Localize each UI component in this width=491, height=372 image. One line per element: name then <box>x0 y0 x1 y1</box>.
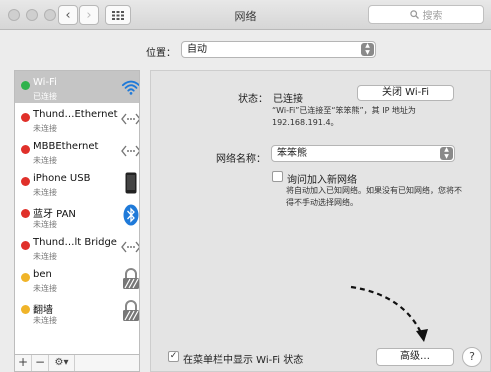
status-value: 已连接 <box>273 94 303 105</box>
service-name: Wi-Fi <box>33 77 57 88</box>
service-status: 未连接 <box>33 316 57 325</box>
wifi-icon <box>121 75 139 99</box>
service-item-thunderbolt-bridge[interactable]: Thund…lt Bridge 未连接 <box>15 231 139 263</box>
show-in-menubar-label: 在菜单栏中显示 Wi-Fi 状态 <box>183 355 304 366</box>
service-status: 未连接 <box>33 156 57 165</box>
service-item-mbbethernet[interactable]: MBBEthernet 未连接 <box>15 135 139 167</box>
service-status: 未连接 <box>33 220 57 229</box>
ask-join-description-line2: 得不手动选择网络。 <box>286 198 358 207</box>
ethernet-icon <box>121 139 139 163</box>
service-item-bluetooth-pan[interactable]: 蓝牙 PAN 未连接 <box>15 199 139 231</box>
status-dot <box>21 305 30 314</box>
location-label: 位置： <box>146 48 176 59</box>
service-item-wifi[interactable]: Wi-Fi 已连接 <box>15 71 139 103</box>
iphone-icon <box>121 171 139 195</box>
ethernet-icon <box>121 107 139 131</box>
status-dot <box>21 209 30 218</box>
service-name: iPhone USB <box>33 173 91 184</box>
network-name-select[interactable]: 笨笨熊 ▲ ▼ <box>271 145 455 162</box>
bluetooth-icon <box>121 203 139 227</box>
service-item-ben[interactable]: ben 未连接 <box>15 263 139 295</box>
service-list: Wi-Fi 已连接 Thund…Ethernet 未连接 MBBEthernet… <box>14 70 140 355</box>
service-name: Thund…Ethernet <box>33 109 118 120</box>
ip-address: 192.168.191.4。 <box>272 118 339 127</box>
service-name: 翻墙 <box>33 305 53 316</box>
service-status: 未连接 <box>33 252 57 261</box>
search-placeholder: 搜索 <box>422 11 443 22</box>
service-status: 未连接 <box>33 284 57 293</box>
service-name: 蓝牙 PAN <box>33 209 76 220</box>
remove-service-button[interactable]: − <box>32 355 49 371</box>
status-description: “Wi-Fi”已连接至“笨笨熊”，其 IP 地址为 <box>272 106 416 115</box>
service-name: Thund…lt Bridge <box>33 237 117 248</box>
up-down-arrows-icon: ▲ ▼ <box>440 146 453 160</box>
service-item-thunderbolt-ethernet[interactable]: Thund…Ethernet 未连接 <box>15 103 139 135</box>
add-service-button[interactable]: + <box>15 355 32 371</box>
turn-off-wifi-button[interactable]: 关闭 Wi-Fi <box>357 85 454 101</box>
search-icon <box>409 10 419 19</box>
status-dot <box>21 81 30 90</box>
search-field[interactable]: 搜索 <box>368 5 484 24</box>
status-dot <box>21 273 30 282</box>
network-name-value: 笨笨熊 <box>277 148 307 159</box>
status-dot <box>21 113 30 122</box>
location-select[interactable]: 自动 ▲ ▼ <box>181 41 376 58</box>
arrow-annotation <box>350 285 428 342</box>
service-item-iphone-usb[interactable]: iPhone USB 未连接 <box>15 167 139 199</box>
status-dot <box>21 241 30 250</box>
service-status: 未连接 <box>33 188 57 197</box>
service-name: ben <box>33 269 52 280</box>
show-in-menubar-checkbox[interactable]: ✓ <box>168 351 179 362</box>
title-bar: ‹ › 网络 搜索 <box>0 0 491 30</box>
help-button[interactable]: ? <box>462 347 482 367</box>
network-name-label: 网络名称： <box>216 154 266 165</box>
service-name: MBBEthernet <box>33 141 99 152</box>
location-value: 自动 <box>187 44 207 55</box>
advanced-button[interactable]: 高级… <box>376 348 454 366</box>
ask-join-checkbox[interactable] <box>272 171 283 182</box>
sidebar-toolbar: + − ⚙▾ <box>14 355 140 372</box>
status-dot <box>21 177 30 186</box>
status-label: 状态： <box>238 94 268 105</box>
gear-menu-button[interactable]: ⚙▾ <box>49 355 75 371</box>
service-status: 未连接 <box>33 124 57 133</box>
service-item-vpn[interactable]: 翻墙 未连接 <box>15 295 139 327</box>
ask-join-description: 将自动加入已知网络。如果没有已知网络，您将不 <box>286 186 462 195</box>
ask-join-label: 询问加入新网络 <box>287 175 357 186</box>
lock-icon <box>121 299 139 323</box>
ethernet-icon <box>121 235 139 259</box>
lock-icon <box>121 267 139 291</box>
service-status: 已连接 <box>33 92 57 101</box>
up-down-arrows-icon: ▲ ▼ <box>361 42 374 56</box>
gear-icon: ⚙▾ <box>54 357 69 368</box>
status-dot <box>21 145 30 154</box>
